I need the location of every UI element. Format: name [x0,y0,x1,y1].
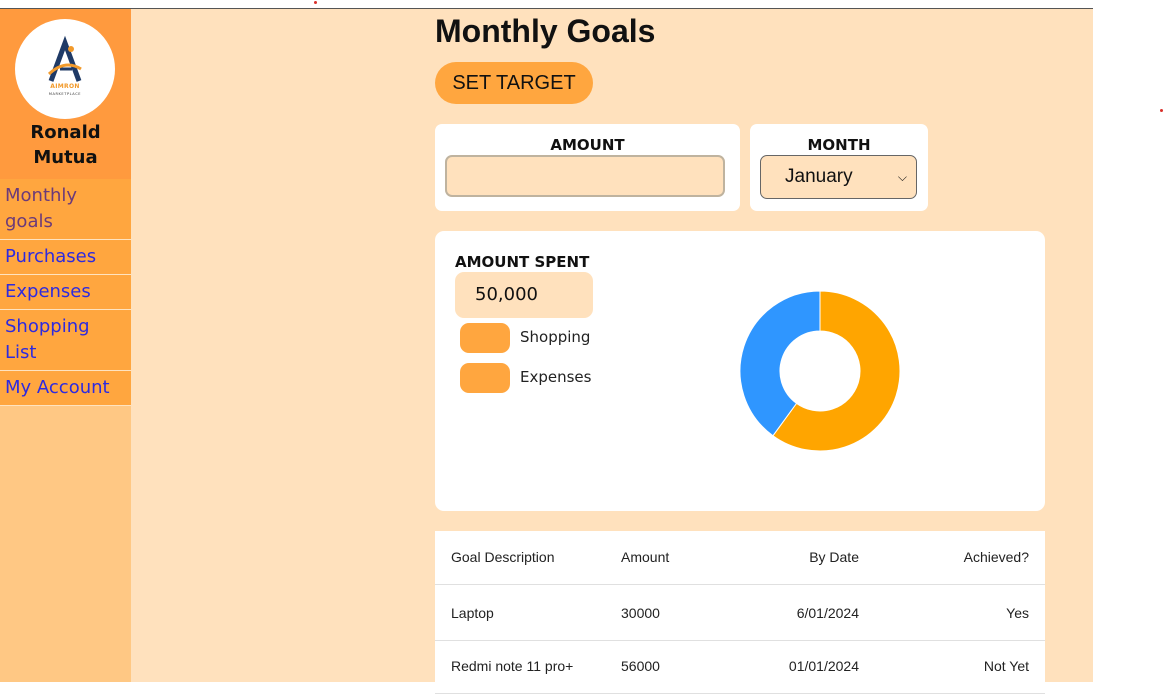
month-select[interactable]: January ⌵ [760,155,917,199]
legend-label: Shopping [520,328,591,346]
logo-subtitle-text: MARKETPLACE [48,92,82,96]
profile-header: AIMRON MARKETPLACE Ronald Mutua [0,9,131,179]
logo-brand-text: AIMRON [50,83,80,90]
table-cell: 56000 [621,658,660,674]
table-cell: Laptop [451,605,494,621]
month-selected-value: January [785,166,853,187]
column-header: Amount [621,549,670,565]
page-title: Monthly Goals [435,13,656,49]
table-cell: Redmi note 11 pro+ [451,658,574,674]
table-header-row: Goal Description Amount By Date Achieved… [435,531,1045,585]
user-name: Ronald Mutua [30,122,101,168]
sidebar-item-shopping-list[interactable]: Shopping List [0,310,131,371]
amount-spent-value: 50,000 [455,272,593,318]
table-cell: 6/01/2024 [796,605,859,621]
legend-label: Expenses [520,368,592,386]
stray-dot [314,1,317,4]
table-cell: 01/01/2024 [788,658,859,674]
chevron-down-icon: ⌵ [897,170,907,184]
column-header: Goal Description [451,549,555,565]
table-cell: Not Yet [983,658,1029,674]
sidebar-item-expenses[interactable]: Expenses [0,275,131,310]
main-content: Monthly Goals SET TARGET AMOUNT MONTH Ja… [131,9,1093,694]
sidebar-item-my-account[interactable]: My Account [0,371,131,406]
month-label: MONTH [807,136,871,154]
sidebar-item-monthly-goals[interactable]: Monthly goals [0,179,131,240]
table-row: Redmi note 11 pro+ 56000 01/01/2024 Not … [435,640,1045,694]
stray-dot [1160,109,1163,112]
sidebar-nav: Monthly goals Purchases Expenses Shoppin… [0,179,131,406]
column-header: By Date [809,549,859,565]
donut-chart [739,290,901,452]
amount-card: AMOUNT [435,124,740,211]
amount-label: AMOUNT [550,136,625,154]
set-target-button[interactable]: SET TARGET [435,62,593,104]
table-cell: 30000 [621,605,660,621]
column-header: Achieved? [963,549,1029,565]
month-card: MONTH January ⌵ [750,124,928,211]
legend-swatch [460,323,510,353]
aimron-logo-icon [47,35,82,82]
sidebar-item-purchases[interactable]: Purchases [0,240,131,275]
table-cell: Yes [1006,605,1029,621]
avatar: AIMRON MARKETPLACE [15,19,115,119]
goals-table: Goal Description Amount By Date Achieved… [435,531,1045,694]
legend-swatch [460,363,510,393]
amount-input[interactable] [445,155,725,197]
table-row: Laptop 30000 6/01/2024 Yes [435,587,1045,641]
amount-spent-label: AMOUNT SPENT [455,253,590,271]
sidebar: AIMRON MARKETPLACE Ronald Mutua Monthly … [0,9,131,682]
amount-spent-card: AMOUNT SPENT 50,000 Shopping Expenses [435,231,1045,511]
